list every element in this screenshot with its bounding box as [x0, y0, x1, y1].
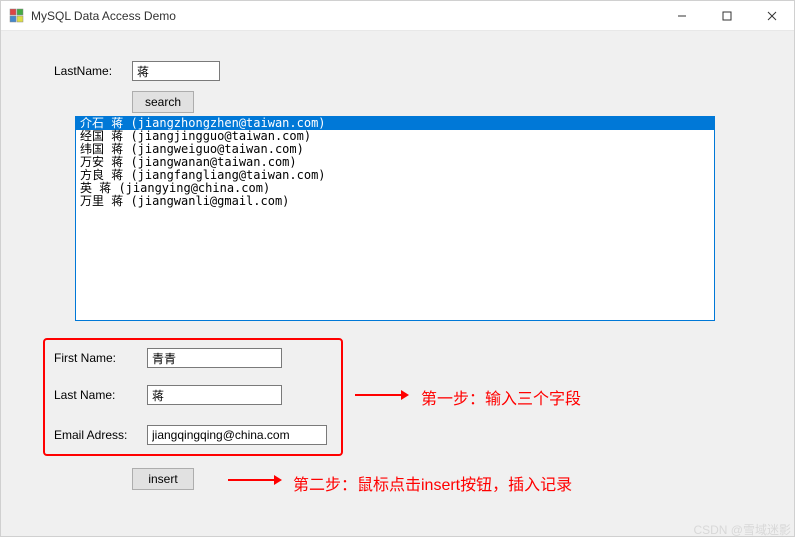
- lastname-label: LastName:: [54, 64, 112, 78]
- app-window: MySQL Data Access Demo LastName: search …: [0, 0, 795, 537]
- close-button[interactable]: [749, 1, 794, 31]
- firstname-label: First Name:: [54, 351, 116, 365]
- annotation-step2: 第二步：鼠标点击insert按钮，插入记录: [293, 471, 572, 495]
- form-lastname-input[interactable]: [147, 385, 282, 405]
- minimize-button[interactable]: [659, 1, 704, 31]
- maximize-button[interactable]: [704, 1, 749, 31]
- form-lastname-label: Last Name:: [54, 388, 115, 402]
- window-controls: [659, 1, 794, 31]
- client-area: LastName: search 介石 蒋 (jiangzhongzhen@ta…: [1, 31, 794, 536]
- titlebar: MySQL Data Access Demo: [1, 1, 794, 31]
- insert-button[interactable]: insert: [132, 468, 194, 490]
- window-title: MySQL Data Access Demo: [31, 9, 176, 23]
- list-item[interactable]: 万里 蒋 (jiangwanli@gmail.com): [76, 195, 714, 208]
- annotation-step1: 第一步：输入三个字段: [421, 385, 581, 409]
- arrow-icon: [351, 386, 411, 404]
- app-icon: [9, 8, 25, 24]
- results-listbox[interactable]: 介石 蒋 (jiangzhongzhen@taiwan.com) 经国 蒋 (j…: [75, 116, 715, 321]
- watermark: CSDN @雪域迷影: [693, 521, 791, 538]
- email-input[interactable]: [147, 425, 327, 445]
- lastname-input[interactable]: [132, 61, 220, 81]
- arrow-icon: [224, 471, 284, 489]
- firstname-input[interactable]: [147, 348, 282, 368]
- search-button[interactable]: search: [132, 91, 194, 113]
- email-label: Email Adress:: [54, 428, 127, 442]
